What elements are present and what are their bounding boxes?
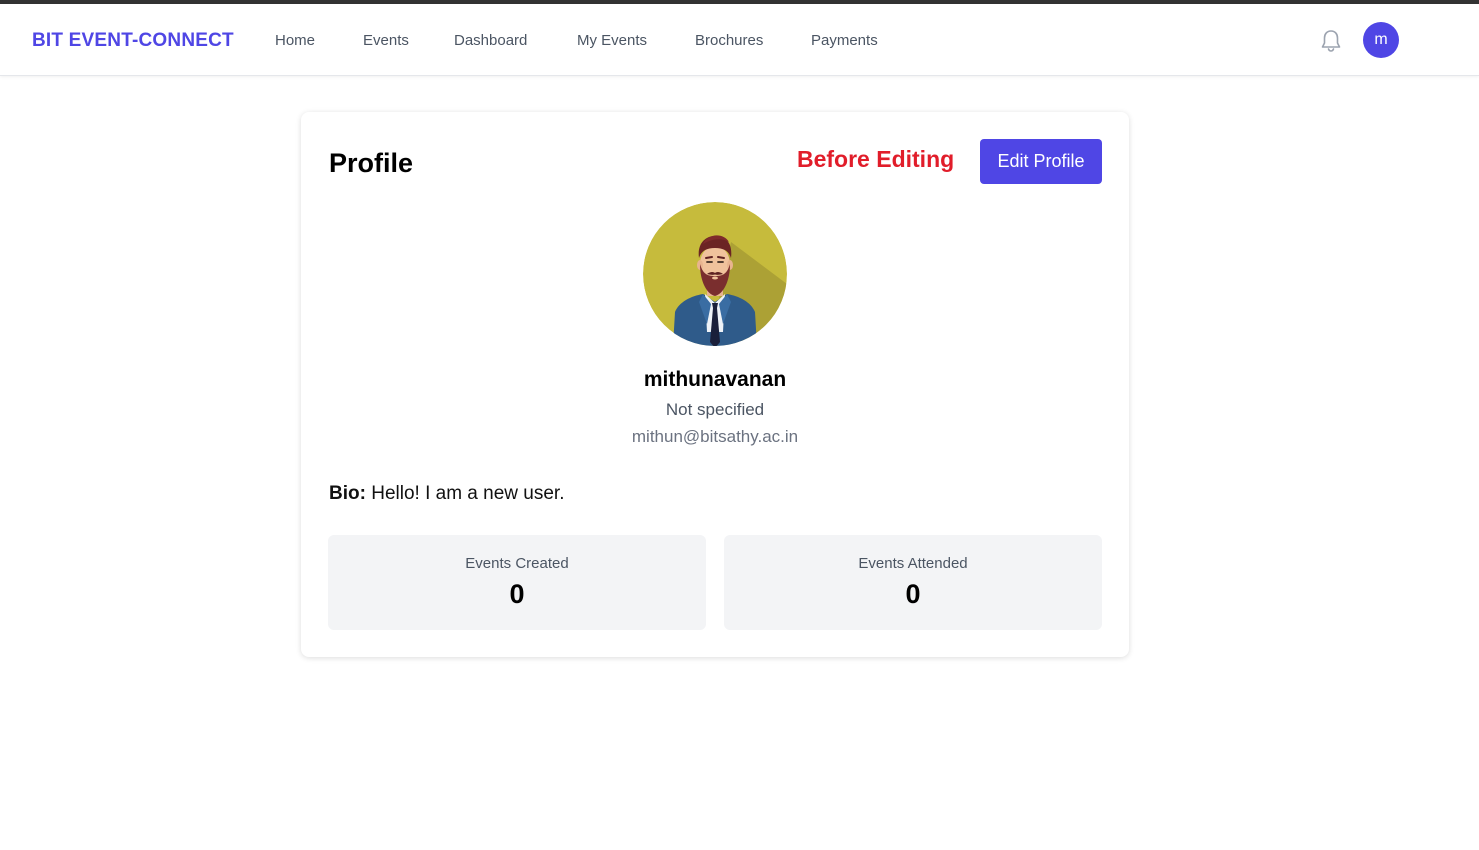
stat-value: 0	[905, 579, 921, 609]
stat-value: 0	[509, 579, 525, 609]
nav-dashboard[interactable]: Dashboard	[454, 32, 527, 49]
annotation-label: Before Editing	[797, 146, 955, 172]
stat-events-created: Events Created 0	[328, 535, 706, 630]
nav-my-events[interactable]: My Events	[577, 32, 647, 49]
nav-events[interactable]: Events	[363, 32, 409, 49]
stat-label: Events Attended	[858, 555, 968, 572]
bell-icon[interactable]	[1319, 28, 1343, 54]
user-role: Not specified	[665, 400, 765, 419]
stat-label: Events Created	[465, 555, 569, 572]
stat-events-attended: Events Attended 0	[724, 535, 1102, 630]
brand-logo[interactable]: BIT EVENT-CONNECT	[32, 30, 234, 52]
profile-avatar	[643, 202, 787, 346]
nav-home[interactable]: Home	[275, 32, 315, 49]
bio-label: Bio:	[329, 483, 366, 504]
user-avatar-button[interactable]: m	[1363, 22, 1399, 58]
page-title: Profile	[329, 148, 414, 178]
user-email: mithun@bitsathy.ac.in	[631, 427, 799, 446]
bio-text: Hello! I am a new user.	[371, 483, 565, 504]
bio: Bio: Hello! I am a new user.	[329, 483, 564, 505]
profile-card: Profile Before Editing Edit Profile mith…	[301, 112, 1129, 657]
user-name: mithunavanan	[643, 368, 787, 391]
nav-payments[interactable]: Payments	[811, 32, 878, 49]
nav-brochures[interactable]: Brochures	[695, 32, 763, 49]
navbar: BIT EVENT-CONNECT Home Events Dashboard …	[0, 4, 1479, 76]
edit-profile-button[interactable]: Edit Profile	[980, 139, 1102, 184]
